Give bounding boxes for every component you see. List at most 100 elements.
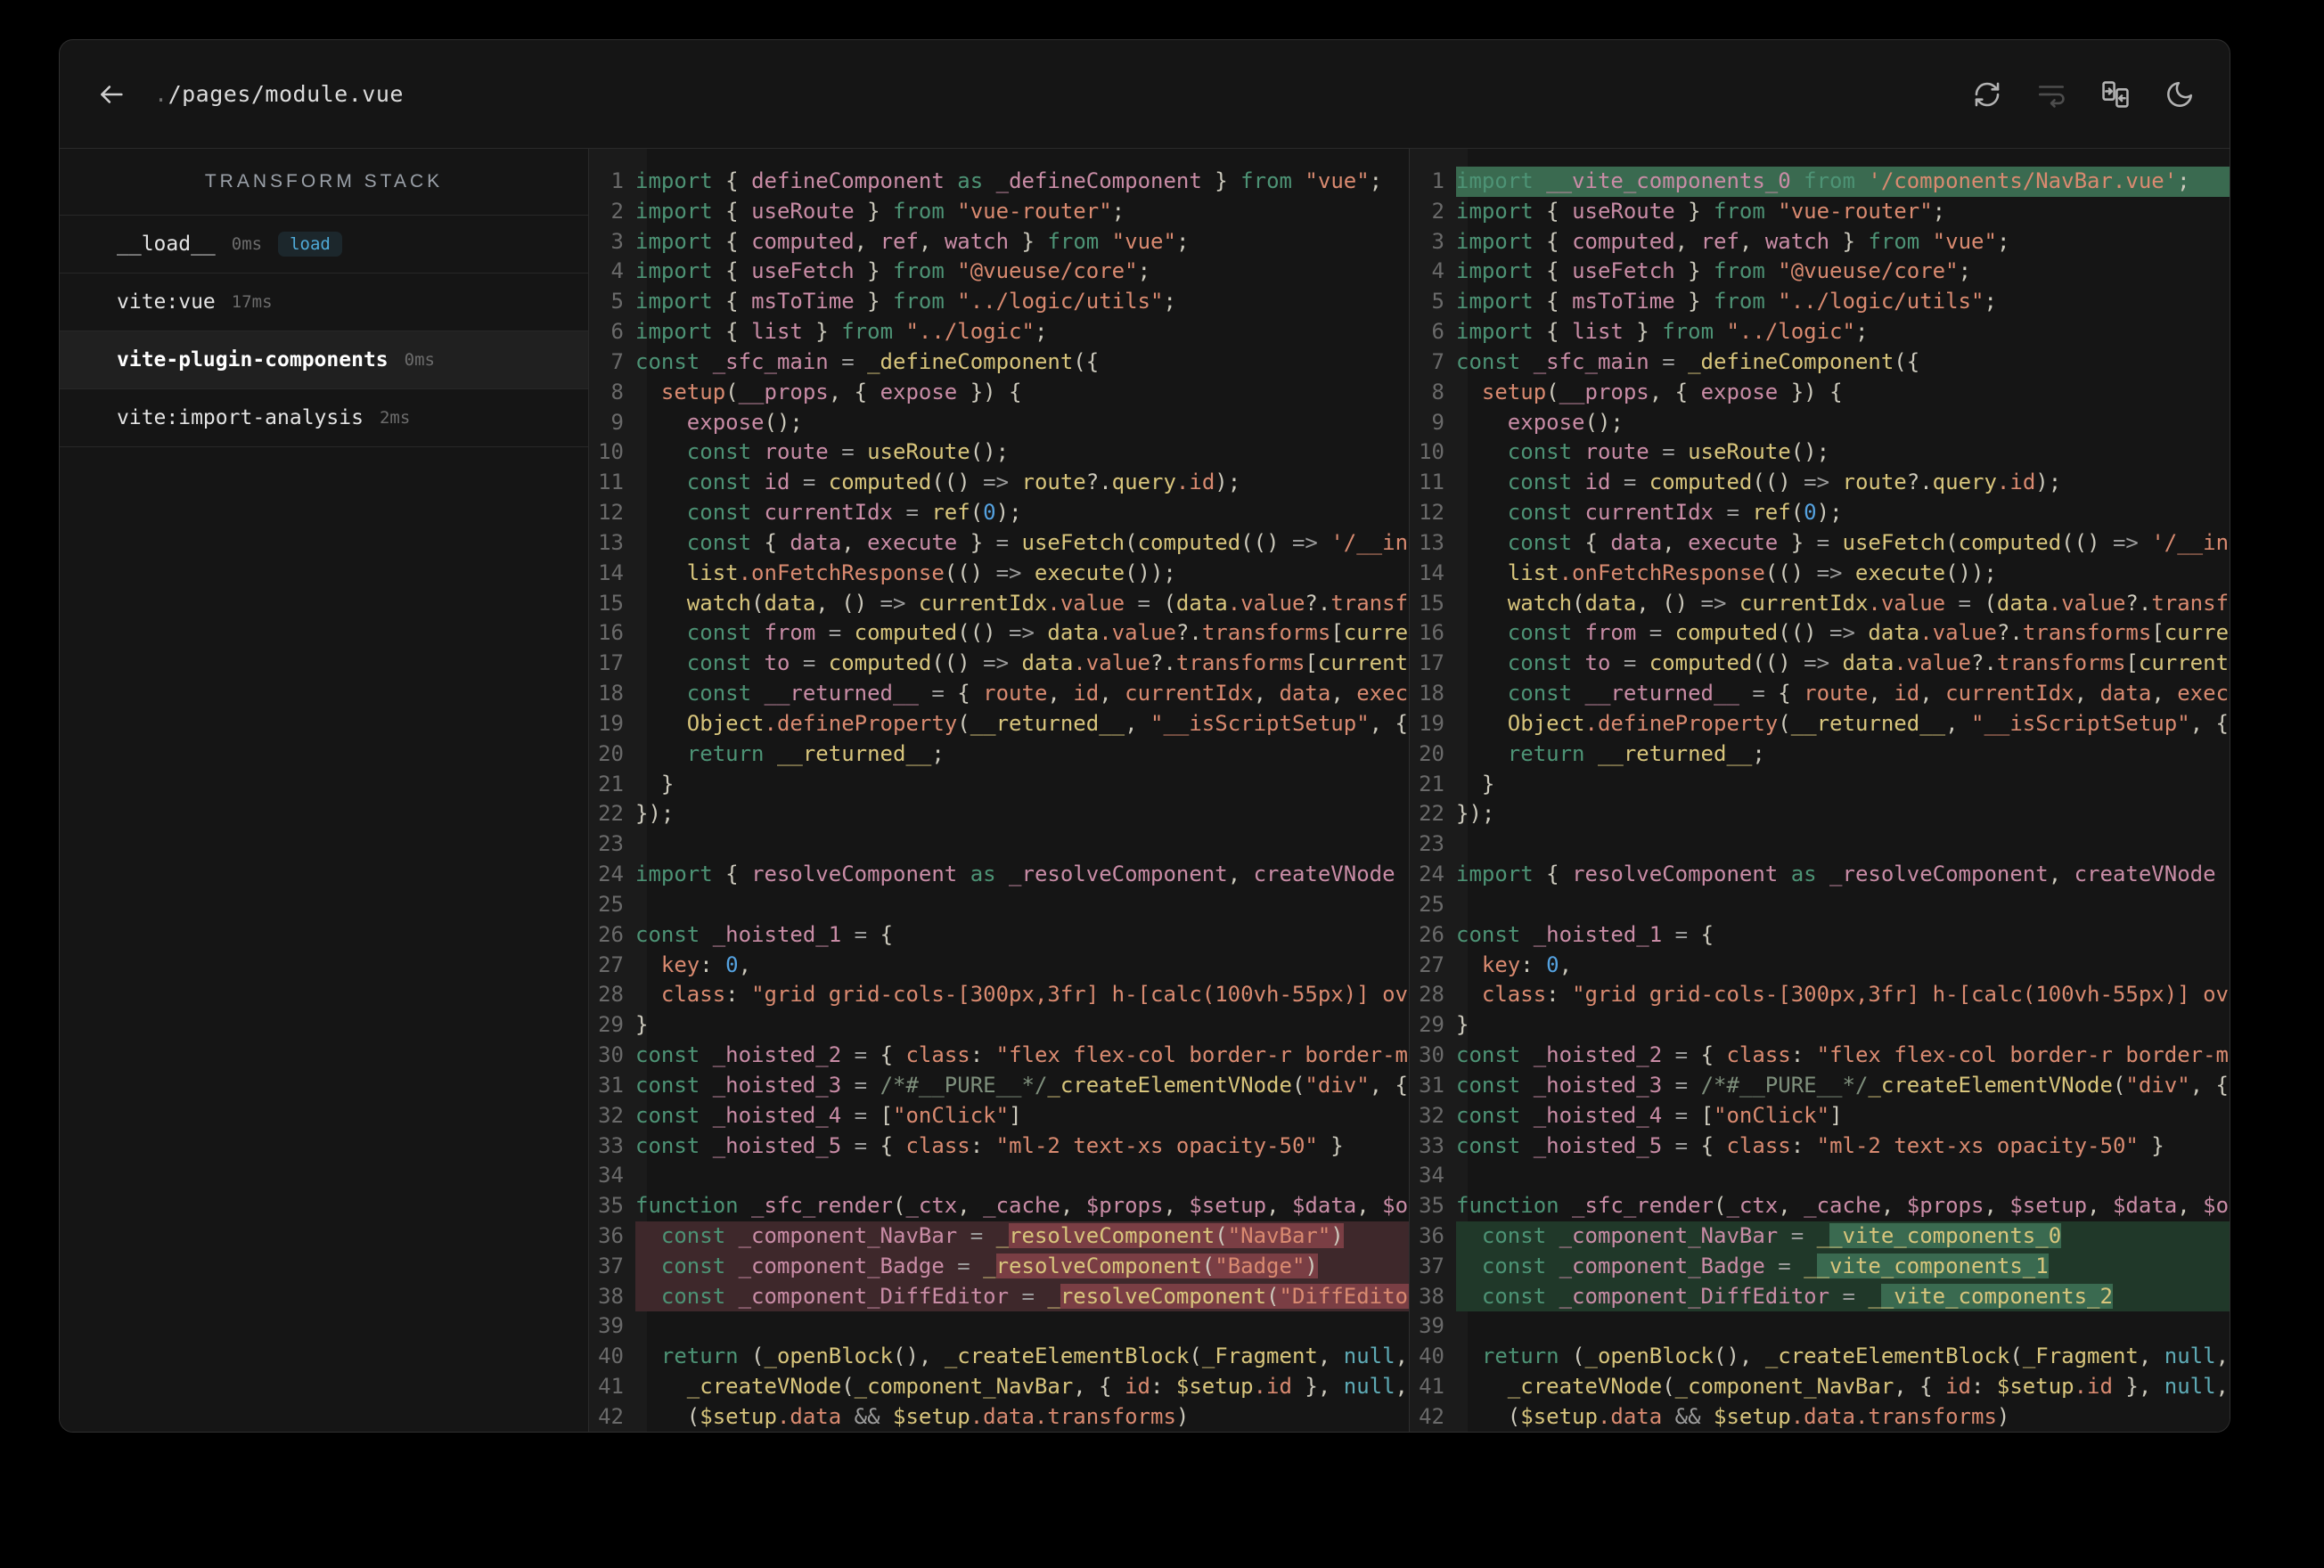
- code-text: const currentIdx = ref(0);: [1507, 500, 1843, 526]
- code-line: 23: [1410, 829, 2230, 860]
- line-number: 40: [598, 1343, 624, 1369]
- line-number: 26: [598, 921, 624, 947]
- line-number: 8: [1431, 379, 1444, 404]
- code-text: import { defineComponent as _defineCompo…: [635, 168, 1383, 193]
- line-number: 37: [1419, 1253, 1444, 1278]
- code-text: Object.defineProperty(__returned__, "__i…: [686, 710, 1408, 736]
- line-number: 2: [1431, 198, 1444, 224]
- code-line: 15 watch(data, () => currentIdx.value = …: [589, 589, 1409, 619]
- code-text: expose();: [1507, 409, 1624, 435]
- sidebar-item-vite-plugin-components[interactable]: vite-plugin-components 0ms: [60, 331, 588, 389]
- code-line: 8 setup(__props, { expose }) {: [589, 378, 1409, 408]
- code-line: 13 const { data, execute } = useFetch(co…: [589, 528, 1409, 559]
- code-text: function _sfc_render(_ctx, _cache, $prop…: [1456, 1193, 2230, 1219]
- code-line: 19 Object.defineProperty(__returned__, "…: [1410, 709, 2230, 739]
- line-number: 22: [598, 801, 624, 827]
- code-text: const { data, execute } = useFetch(compu…: [686, 529, 1409, 555]
- line-number: 36: [1419, 1222, 1444, 1248]
- code-line: 34: [589, 1161, 1409, 1191]
- code-text: const _hoisted_3 = /*#__PURE__*/_createE…: [635, 1072, 1409, 1098]
- line-number: 18: [598, 681, 624, 706]
- load-badge: load: [278, 232, 342, 257]
- dark-mode-button[interactable]: [2160, 75, 2199, 114]
- code-line: 38 const _component_DiffEditor = __vite_…: [1410, 1281, 2230, 1312]
- code-text: import { useFetch } from "@vueuse/core";: [635, 258, 1151, 284]
- code-line: 12 const currentIdx = ref(0);: [589, 498, 1409, 528]
- line-number: 16: [1419, 620, 1444, 646]
- code-text: class: "grid grid-cols-[300px,3fr] h-[ca…: [660, 982, 1409, 1008]
- sidebar-item-load[interactable]: __load__ 0ms load: [60, 216, 588, 274]
- split-diff-button[interactable]: [2096, 75, 2135, 114]
- code-line: 3 import { computed, ref, watch } from "v…: [589, 227, 1409, 257]
- line-number: 41: [598, 1374, 624, 1400]
- line-number: 22: [1419, 801, 1444, 827]
- file-title-dot: .: [154, 81, 168, 107]
- line-number: 1: [610, 168, 624, 193]
- line-number: 3: [610, 228, 624, 254]
- split-diff-icon: [2102, 80, 2129, 108]
- line-number: 32: [598, 1102, 624, 1128]
- back-button[interactable]: [92, 75, 131, 114]
- code-text: setup(__props, { expose }) {: [1481, 379, 1843, 404]
- sidebar-item-vite-vue[interactable]: vite:vue 17ms: [60, 274, 588, 331]
- diff-pane-before[interactable]: 1 import { defineComponent as _defineComp…: [589, 149, 1409, 1432]
- title-bar: ./pages/module.vue: [60, 40, 2230, 149]
- sidebar-item-vite-import-analysis[interactable]: vite:import-analysis 2ms: [60, 389, 588, 447]
- code-text: import { list } from "../logic";: [635, 319, 1048, 345]
- code-text: import { useFetch } from "@vueuse/core";: [1456, 258, 1972, 284]
- diff-pane-after[interactable]: 1 import __vite_components_0 from '/compo…: [1409, 149, 2230, 1432]
- code-line: 40 return (_openBlock(), _createElementB…: [1410, 1342, 2230, 1372]
- code-text: const _component_NavBar = __vite_compone…: [1456, 1221, 2230, 1252]
- code-line: 34: [1410, 1161, 2230, 1191]
- line-number: 8: [610, 379, 624, 404]
- code-line: 25: [1410, 890, 2230, 920]
- code-text: list.onFetchResponse(() => execute());: [686, 559, 1176, 585]
- code-text: import { list } from "../logic";: [1456, 319, 1869, 345]
- line-number: 21: [598, 771, 624, 796]
- line-number: 14: [598, 559, 624, 585]
- code-text: const _hoisted_1 = {: [635, 921, 894, 947]
- line-number: 29: [1419, 1012, 1444, 1038]
- code-line: 40 return (_openBlock(), _createElementB…: [589, 1342, 1409, 1372]
- code-line: 35 function _sfc_render(_ctx, _cache, $pr…: [1410, 1191, 2230, 1221]
- line-number: 33: [598, 1132, 624, 1158]
- code-line: 22});: [1410, 799, 2230, 829]
- code-text: const from = computed(() => data.value?.…: [1507, 620, 2230, 646]
- code-line: 37 const _component_Badge = __vite_compo…: [1410, 1251, 2230, 1282]
- line-number: 39: [598, 1313, 624, 1339]
- moon-icon: [2167, 81, 2193, 107]
- code-line: 27 key: 0,: [589, 951, 1409, 981]
- code-text: watch(data, () => currentIdx.value = (da…: [1507, 590, 2230, 616]
- code-line: 39: [1410, 1311, 2230, 1342]
- line-number: 15: [1419, 590, 1444, 616]
- code-line: 33 const _hoisted_5 = { class: "ml-2 text…: [1410, 1131, 2230, 1162]
- code-text: key: 0,: [1481, 951, 1573, 977]
- code-line: 7 const _sfc_main = _defineComponent({: [589, 347, 1409, 378]
- line-number: 26: [1419, 921, 1444, 947]
- app-window: ./pages/module.vue TRANSFORM STACK __loa…: [59, 39, 2230, 1433]
- code-text: return (_openBlock(), _createElementBloc…: [660, 1343, 1409, 1369]
- code-line: 35 function _sfc_render(_ctx, _cache, $pr…: [589, 1191, 1409, 1221]
- code-text: import { computed, ref, watch } from "vu…: [1456, 228, 2010, 254]
- line-number: 36: [598, 1222, 624, 1248]
- line-number: 24: [1419, 862, 1444, 887]
- line-number: 25: [1419, 891, 1444, 917]
- code-text: const _hoisted_5 = { class: "ml-2 text-x…: [1456, 1132, 2164, 1158]
- line-number: 10: [1419, 439, 1444, 465]
- code-text: import { useRoute } from "vue-router";: [635, 198, 1125, 224]
- code-text: const _sfc_main = _defineComponent({: [1456, 348, 1920, 374]
- line-wrap-button[interactable]: [2032, 75, 2071, 114]
- code-line: 4 import { useFetch } from "@vueuse/core"…: [589, 257, 1409, 287]
- file-title: ./pages/module.vue: [154, 81, 404, 107]
- code-line: 16 const from = computed(() => data.valu…: [589, 618, 1409, 649]
- code-line: 27 key: 0,: [1410, 951, 2230, 981]
- line-number: 40: [1419, 1343, 1444, 1369]
- line-number: 27: [598, 951, 624, 977]
- refresh-button[interactable]: [1968, 75, 2007, 114]
- line-number: 31: [1419, 1072, 1444, 1098]
- line-number: 38: [1419, 1283, 1444, 1309]
